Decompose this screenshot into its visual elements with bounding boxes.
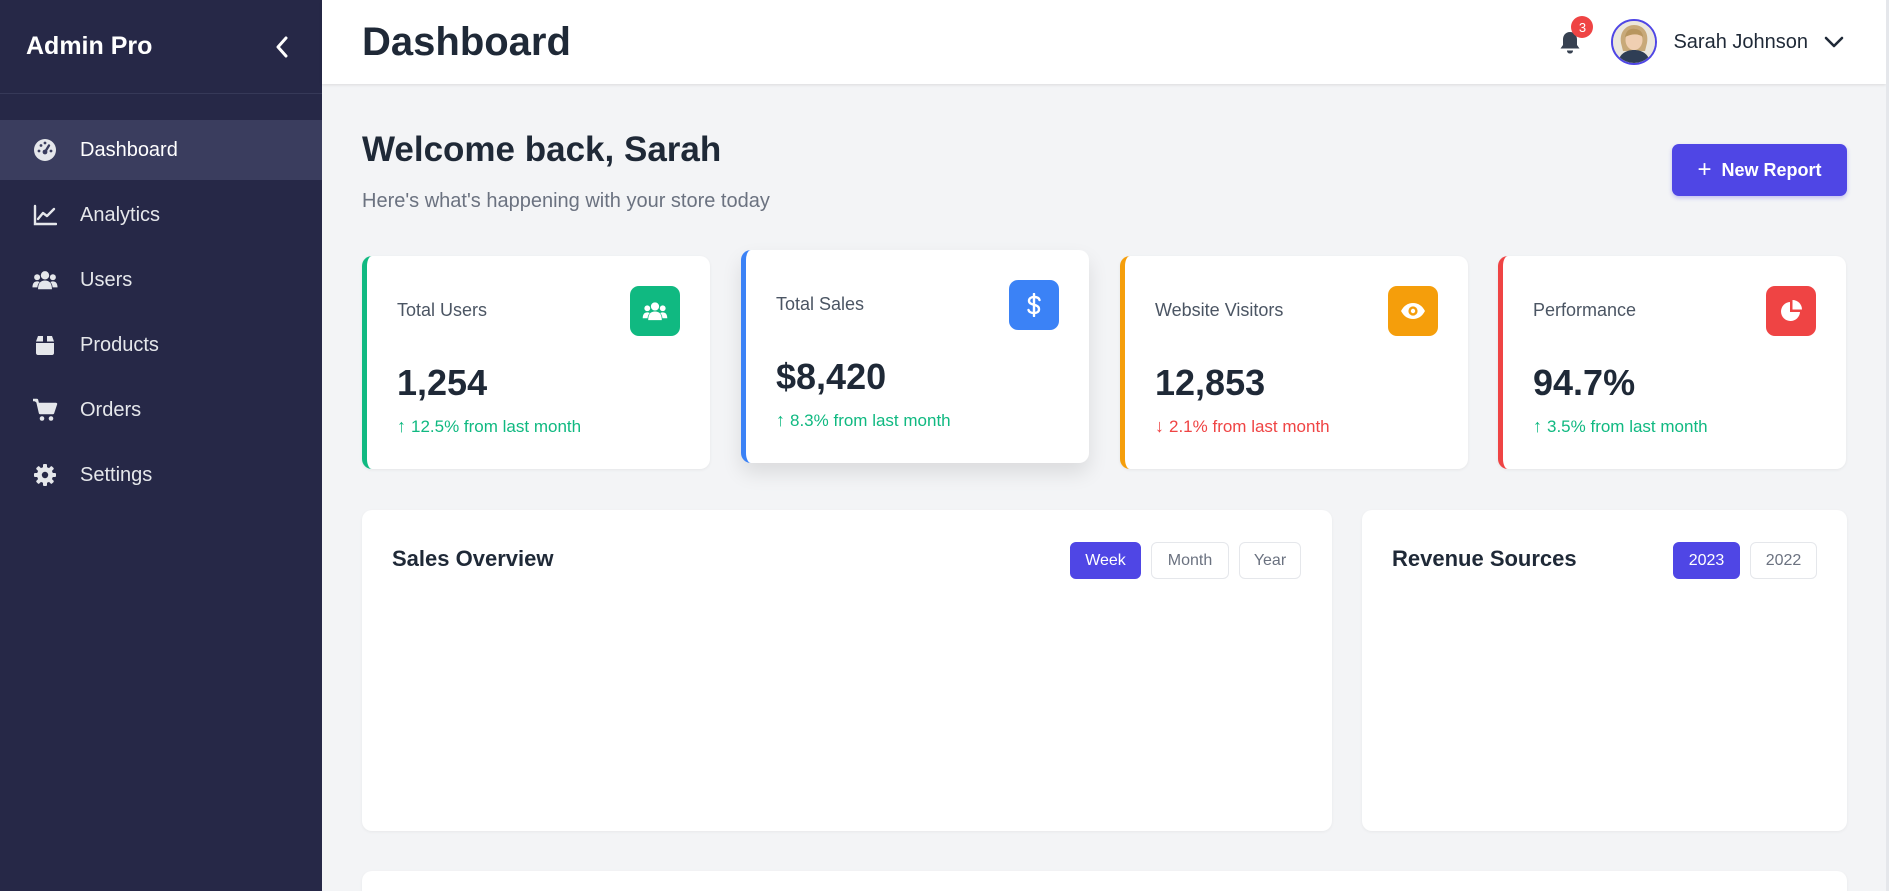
sidebar-item-products[interactable]: Products: [0, 315, 322, 375]
stat-change: ↑ 8.3% from last month: [776, 410, 951, 431]
sidebar-item-analytics[interactable]: Analytics: [0, 185, 322, 245]
tab-2023[interactable]: 2023: [1673, 542, 1740, 579]
sidebar-header: Admin Pro: [0, 0, 322, 94]
pie-chart-icon: [1766, 286, 1816, 336]
gear-icon: [32, 462, 58, 488]
users-icon: [630, 286, 680, 336]
arrow-up-icon: ↑: [1533, 416, 1542, 436]
sidebar-item-label: Dashboard: [80, 138, 178, 161]
user-avatar-image: [1613, 21, 1656, 63]
stat-value: 12,853: [1155, 362, 1266, 403]
arrow-up-icon: ↑: [397, 416, 406, 436]
sidebar-item-label: Analytics: [80, 203, 161, 226]
welcome-title: Welcome back, Sarah: [362, 130, 722, 169]
page-title: Dashboard: [362, 19, 571, 64]
stat-change-text: 2.1% from last month: [1169, 416, 1330, 436]
sidebar-item-dashboard[interactable]: Dashboard: [0, 120, 322, 180]
sales-overview-panel: Sales Overview Week Month Year: [362, 510, 1332, 831]
welcome-subtitle: Here's what's happening with your store …: [362, 190, 770, 212]
tab-year[interactable]: Year: [1239, 542, 1301, 579]
stat-label: Performance: [1533, 300, 1637, 320]
plus-icon: +: [1697, 156, 1712, 183]
sidebar-item-label: Settings: [80, 463, 153, 486]
brand-name: Admin Pro: [26, 32, 153, 60]
stat-change: ↓ 2.1% from last month: [1155, 416, 1330, 437]
new-report-label: New Report: [1721, 159, 1822, 180]
tab-month[interactable]: Month: [1151, 542, 1229, 579]
box-icon: [32, 332, 58, 358]
eye-icon: [1388, 286, 1438, 336]
stat-change-text: 12.5% from last month: [411, 416, 582, 436]
sidebar-item-label: Users: [80, 268, 133, 291]
collapse-sidebar-button[interactable]: [268, 33, 296, 61]
user-menu-toggle[interactable]: [1822, 30, 1846, 54]
notifications-button[interactable]: 3: [1555, 16, 1594, 57]
user-name[interactable]: Sarah Johnson: [1673, 31, 1808, 54]
notification-badge: 3: [1571, 16, 1594, 38]
arrow-down-icon: ↓: [1155, 416, 1164, 436]
stat-card-performance: Performance 94.7% ↑ 3.5% from last month: [1498, 256, 1846, 469]
stat-change: ↑ 12.5% from last month: [397, 416, 581, 437]
new-report-button[interactable]: + New Report: [1672, 144, 1847, 196]
sidebar-nav: Dashboard Analytics Users Products Order…: [0, 94, 322, 505]
cart-icon: [32, 397, 58, 423]
tab-2022[interactable]: 2022: [1750, 542, 1817, 579]
user-area: 3 Sarah Johnson: [1555, 16, 1846, 65]
tab-week[interactable]: Week: [1070, 542, 1141, 579]
sidebar-item-users[interactable]: Users: [0, 250, 322, 310]
chevron-left-icon: [276, 36, 288, 57]
stat-change: ↑ 3.5% from last month: [1533, 416, 1708, 437]
bottom-panel: [362, 871, 1847, 891]
revenue-sources-title: Revenue Sources: [1392, 546, 1577, 571]
top-bar: Dashboard 3 Sarah Johnson: [322, 0, 1886, 84]
stat-value: 1,254: [397, 362, 488, 403]
chevron-down-icon: [1824, 36, 1844, 48]
sidebar-item-orders[interactable]: Orders: [0, 380, 322, 440]
revenue-sources-panel: Revenue Sources 2023 2022: [1362, 510, 1847, 831]
users-icon: [32, 267, 58, 293]
stat-label: Website Visitors: [1155, 300, 1284, 320]
stat-card-total-sales: Total Sales $8,420 ↑ 8.3% from last mont…: [741, 250, 1089, 463]
sidebar: Admin Pro Dashboard Analytics Users Prod…: [0, 0, 322, 891]
stat-card-website-visitors: Website Visitors 12,853 ↓ 2.1% from last…: [1120, 256, 1468, 469]
stat-card-total-users: Total Users 1,254 ↑ 12.5% from last mont…: [362, 256, 710, 469]
stat-value: $8,420: [776, 356, 887, 397]
arrow-up-icon: ↑: [776, 410, 785, 430]
dollar-icon: [1009, 280, 1059, 330]
stat-value: 94.7%: [1533, 362, 1636, 403]
dashboard-icon: [32, 137, 58, 163]
line-chart-icon: [32, 202, 58, 228]
stat-change-text: 3.5% from last month: [1547, 416, 1708, 436]
sidebar-item-label: Products: [80, 333, 159, 356]
sidebar-item-label: Orders: [80, 398, 142, 421]
sidebar-item-settings[interactable]: Settings: [0, 445, 322, 505]
sales-overview-title: Sales Overview: [392, 546, 554, 571]
stat-label: Total Sales: [776, 294, 865, 314]
stat-change-text: 8.3% from last month: [790, 410, 951, 430]
avatar[interactable]: [1611, 19, 1658, 65]
stat-label: Total Users: [397, 300, 488, 320]
